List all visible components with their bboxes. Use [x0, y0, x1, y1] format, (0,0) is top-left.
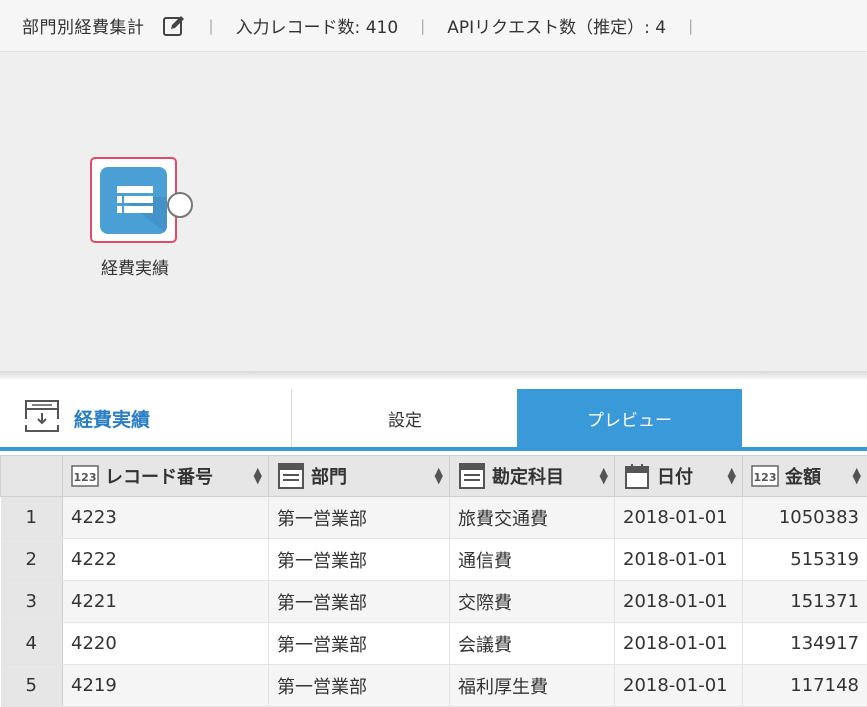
cell-account-item: 交際費 — [449, 580, 615, 623]
cell-amount: 515319 — [742, 538, 867, 581]
column-label: 金額 — [785, 467, 821, 488]
cell-record-number: 4222 — [62, 538, 269, 581]
column-header-date[interactable]: 日付 ▲ ▼ — [614, 455, 743, 497]
sort-icon[interactable]: ▲ ▼ — [600, 466, 608, 485]
cell-department: 第一営業部 — [268, 538, 450, 581]
cell-record-number: 4221 — [62, 580, 269, 623]
sort-icon[interactable]: ▲ ▼ — [435, 466, 443, 485]
row-number-header — [0, 455, 63, 497]
cell-account-item: 通信費 — [449, 538, 615, 581]
table-row: 2 4222 第一営業部 通信費 2018-01-01 515319 — [0, 538, 867, 581]
cell-amount: 117148 — [742, 664, 867, 707]
text-type-icon — [277, 463, 305, 489]
cell-date: 2018-01-01 — [614, 538, 743, 581]
cell-department: 第一営業部 — [268, 622, 450, 665]
row-number: 4 — [0, 622, 63, 665]
panel-header: 経費実績 設定 プレビュー — [0, 389, 867, 451]
separator: | — [208, 16, 214, 35]
column-header-department[interactable]: 部門 ▲ ▼ — [268, 455, 450, 497]
sort-icon[interactable]: ▲ ▼ — [728, 466, 736, 485]
number-type-icon: 123 — [71, 463, 99, 489]
column-header-amount[interactable]: 123 金額 ▲ ▼ — [742, 455, 867, 497]
canvas-divider[interactable] — [0, 371, 867, 379]
sort-icon[interactable]: ▲ ▼ — [853, 466, 861, 485]
cell-amount: 134917 — [742, 622, 867, 665]
node-output-port[interactable] — [167, 192, 193, 218]
table-row: 3 4221 第一営業部 交際費 2018-01-01 151371 — [0, 580, 867, 623]
table-row: 4 4220 第一営業部 会議費 2018-01-01 134917 — [0, 622, 867, 665]
cell-date: 2018-01-01 — [614, 664, 743, 707]
cell-record-number: 4220 — [62, 622, 269, 665]
separator: | — [420, 16, 426, 35]
svg-text:123: 123 — [74, 471, 97, 484]
sort-icon[interactable]: ▲ ▼ — [254, 466, 262, 485]
table-row: 5 4219 第一営業部 福利厚生費 2018-01-01 117148 — [0, 664, 867, 707]
flow-node[interactable] — [90, 157, 177, 243]
tab-settings[interactable]: 設定 — [293, 389, 517, 447]
cell-record-number: 4223 — [62, 496, 269, 539]
flow-title: 部門別経費集計 — [22, 18, 145, 38]
column-header-account-item[interactable]: 勘定科目 ▲ ▼ — [449, 455, 615, 497]
panel-title-area: 経費実績 — [0, 389, 292, 447]
panel-title: 経費実績 — [74, 408, 151, 431]
cell-department: 第一営業部 — [268, 496, 450, 539]
cell-date: 2018-01-01 — [614, 622, 743, 665]
separator: | — [688, 16, 694, 35]
table-list-icon — [100, 167, 167, 234]
cell-record-number: 4219 — [62, 664, 269, 707]
table-header-row: 123 レコード番号 ▲ ▼ 部門 ▲ ▼ 勘定科目 ▲ ▼ 日付 ▲ ▼ 12… — [0, 455, 867, 497]
cell-amount: 1050383 — [742, 496, 867, 539]
column-label: 勘定科目 — [492, 467, 564, 488]
cell-amount: 151371 — [742, 580, 867, 623]
cell-account-item: 会議費 — [449, 622, 615, 665]
column-label: 部門 — [311, 467, 347, 488]
cell-date: 2018-01-01 — [614, 580, 743, 623]
calendar-type-icon — [623, 463, 651, 489]
table-row: 1 4223 第一営業部 旅費交通費 2018-01-01 1050383 — [0, 496, 867, 539]
row-number: 1 — [0, 496, 63, 539]
row-number: 3 — [0, 580, 63, 623]
node-label: 経費実績 — [101, 259, 169, 279]
column-header-record-number[interactable]: 123 レコード番号 ▲ ▼ — [62, 455, 269, 497]
preview-table: 123 レコード番号 ▲ ▼ 部門 ▲ ▼ 勘定科目 ▲ ▼ 日付 ▲ ▼ 12… — [0, 455, 867, 707]
text-type-icon — [458, 463, 486, 489]
edit-icon[interactable] — [161, 13, 187, 39]
row-number: 2 — [0, 538, 63, 581]
number-type-icon: 123 — [751, 463, 779, 489]
cell-account-item: 福利厚生費 — [449, 664, 615, 707]
cell-department: 第一営業部 — [268, 580, 450, 623]
record-count: 入力レコード数: 410 — [235, 18, 399, 38]
column-label: レコード番号 — [105, 467, 213, 488]
inbox-icon — [24, 399, 60, 437]
cell-date: 2018-01-01 — [614, 496, 743, 539]
column-label: 日付 — [657, 467, 693, 488]
tab-preview[interactable]: プレビュー — [517, 389, 742, 447]
api-request-count: APIリクエスト数（推定）: 4 — [447, 18, 667, 38]
svg-text:123: 123 — [754, 471, 777, 484]
cell-department: 第一営業部 — [268, 664, 450, 707]
cell-account-item: 旅費交通費 — [449, 496, 615, 539]
top-bar: 部門別経費集計 | 入力レコード数: 410 | APIリクエスト数（推定）: … — [0, 0, 867, 52]
row-number: 5 — [0, 664, 63, 707]
